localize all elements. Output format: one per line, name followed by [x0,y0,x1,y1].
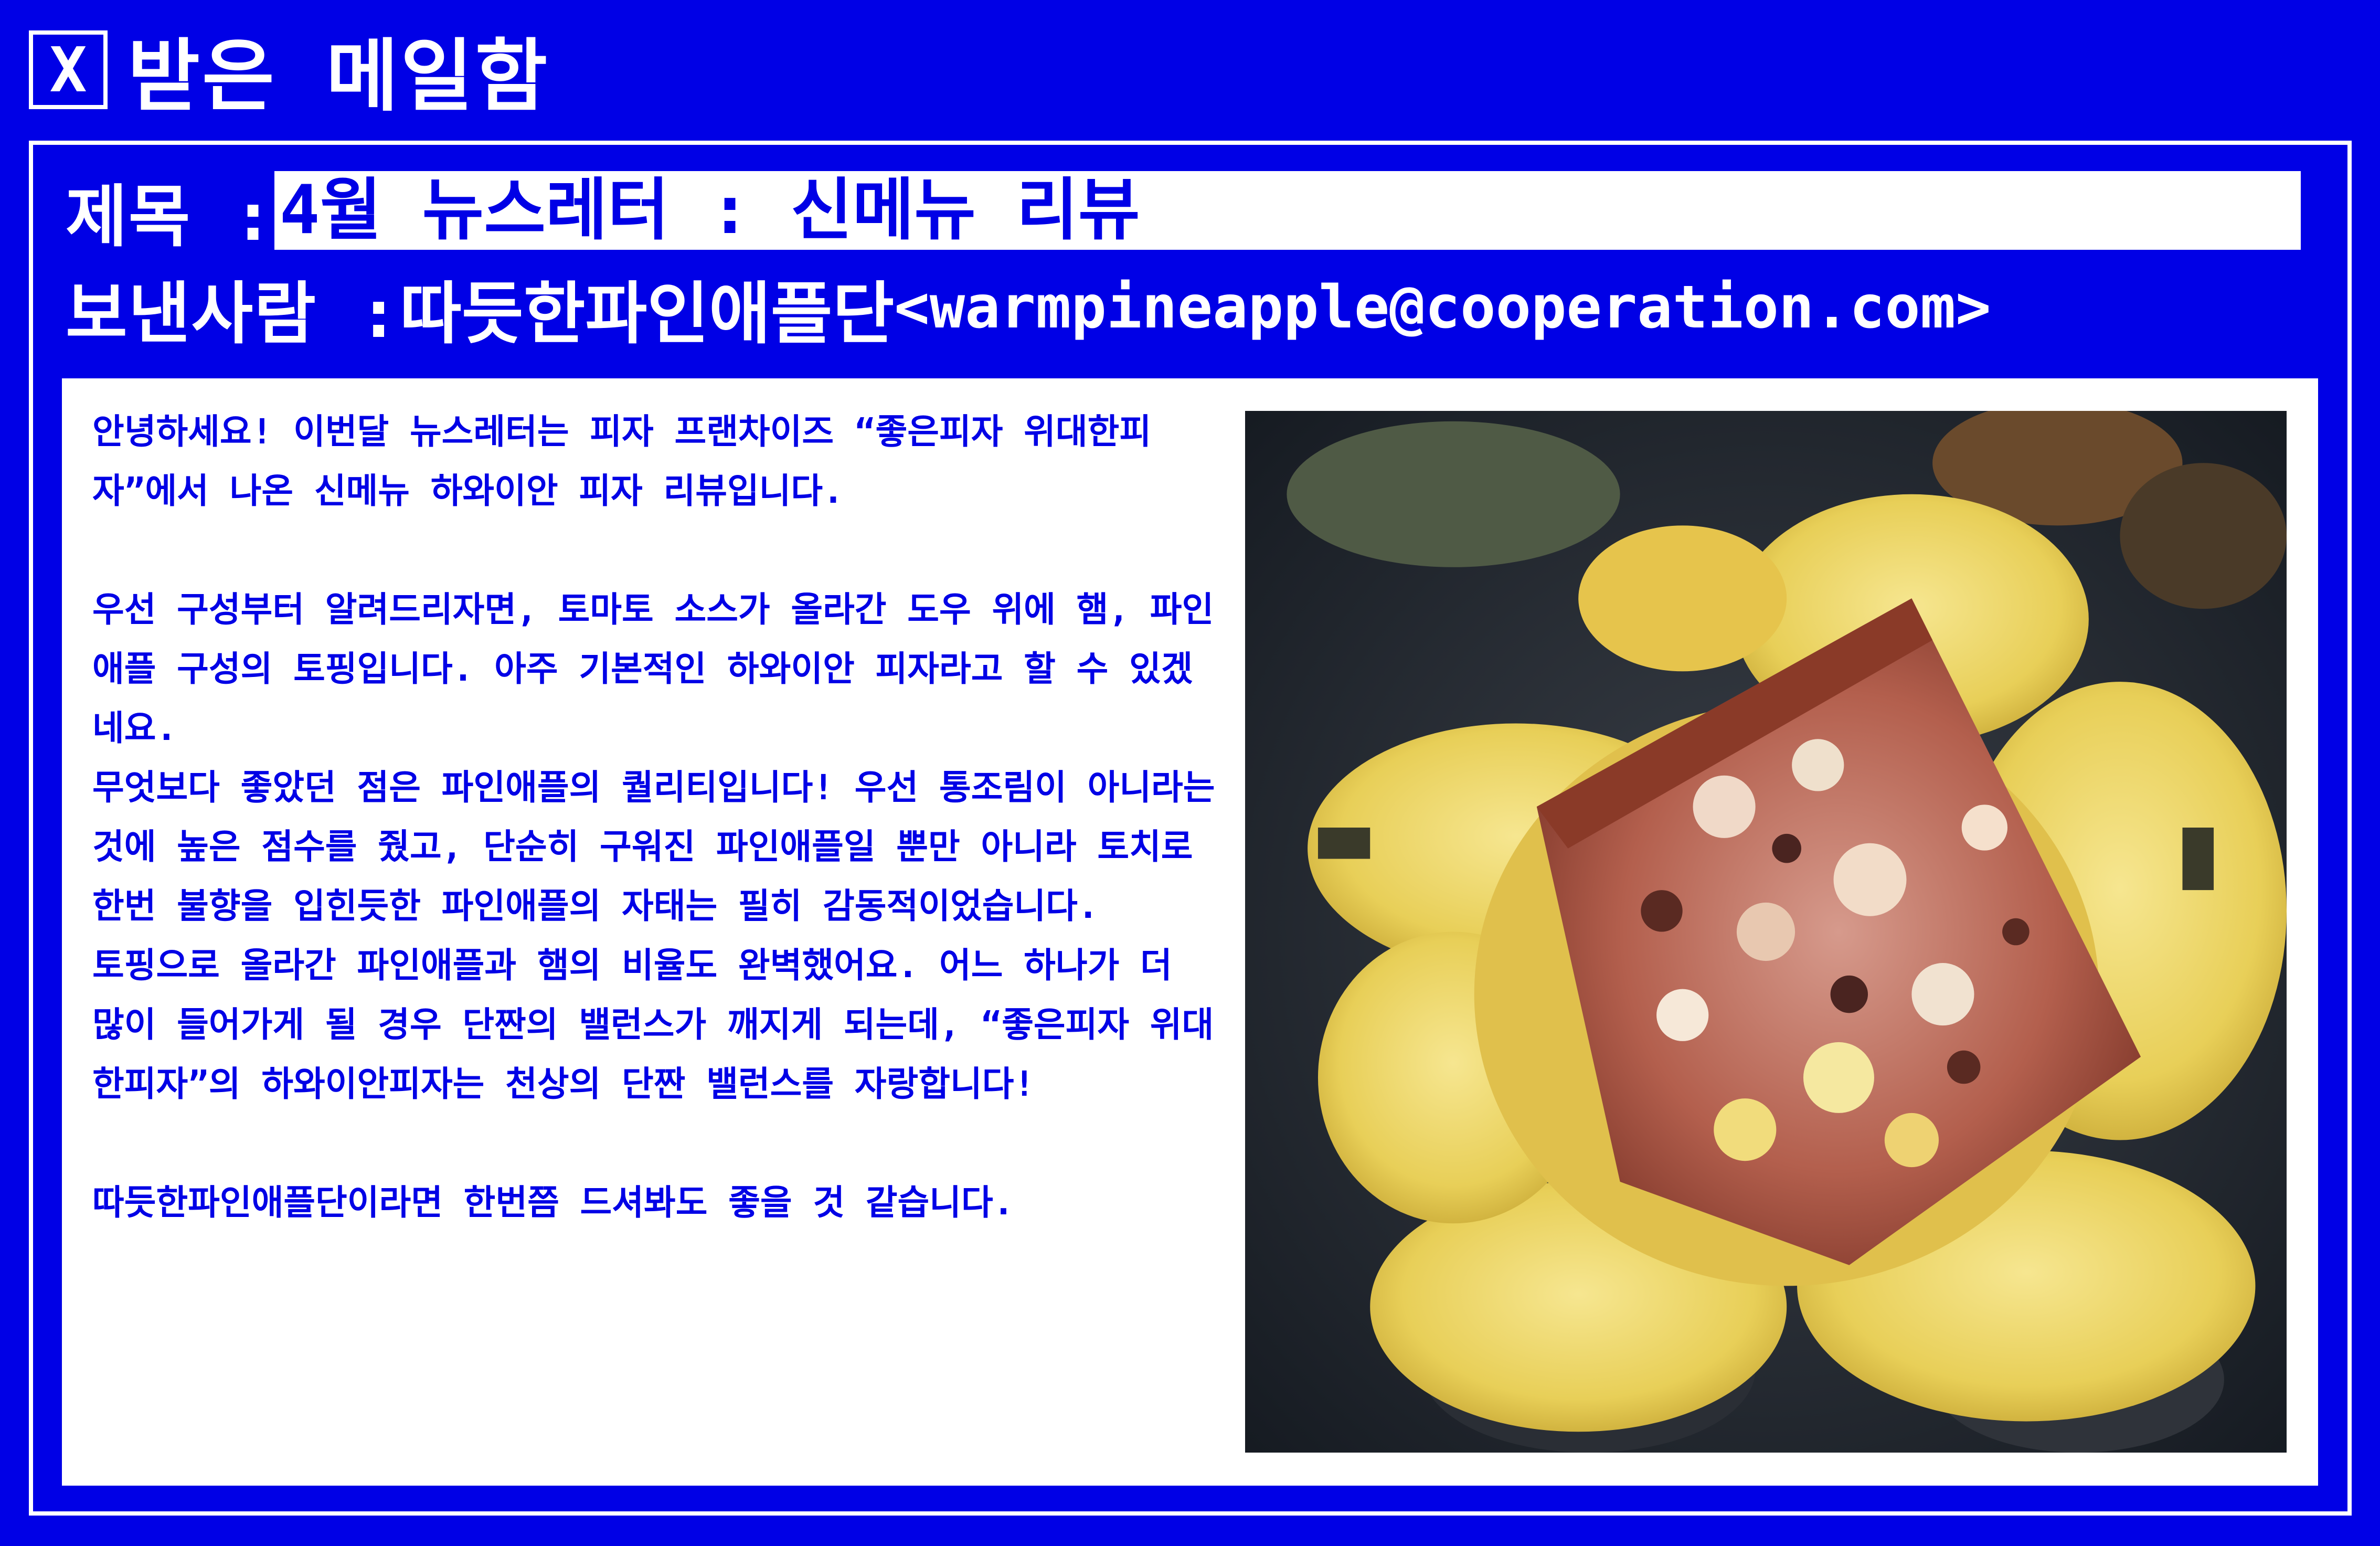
mail-frame: 제목 : 4월 뉴스레터 : 신메뉴 리뷰 보낸사람 : 따듯한파인애플단 <w… [29,141,2352,1516]
mail-body: 안녕하세요! 이번달 뉴스레터는 피자 프랜차이즈 “좋은피자 위대한피자”에서… [62,378,2318,1486]
body-paragraph: 우선 구성부터 알려드리자면, 토마토 소스가 올라간 도우 위에 햄, 파인애… [92,589,1214,748]
close-icon: X [49,33,87,106]
subject-row: 제목 : 4월 뉴스레터 : 신메뉴 리뷰 [66,171,2301,256]
subject-label: 제목 : [66,177,274,256]
body-text: 안녕하세요! 이번달 뉴스레터는 피자 프랜차이즈 “좋은피자 위대한피자”에서… [92,402,1220,1232]
sender-row: 보낸사람 : 따듯한파인애플단 <warmpineapple@cooperati… [66,268,1991,353]
sender-label: 보낸사람 : [66,274,400,353]
body-paragraph: 안녕하세요! 이번달 뉴스레터는 피자 프랜차이즈 “좋은피자 위대한피자”에서… [92,411,1152,511]
window-title: 받은 메일함 [128,31,550,122]
window-titlebar: X 받은 메일함 [29,29,549,122]
pizza-image [1245,411,2287,1453]
sender-email[interactable]: <warmpineapple@cooperation.com> [894,273,1991,342]
body-paragraph: 토핑으로 올라간 파인애플과 햄의 비율도 완벽했어요. 어느 하나가 더 많이… [92,945,1214,1104]
body-paragraph: 무엇보다 좋았던 점은 파인애플의 퀄리티입니다! 우선 통조림이 아니라는 것… [92,767,1215,926]
pizza-photo [1245,411,2287,1453]
close-button[interactable]: X [29,30,108,109]
sender-name: 따듯한파인애플단 [400,274,895,353]
subject-field[interactable]: 4월 뉴스레터 : 신메뉴 리뷰 [274,171,2301,250]
body-paragraph: 따듯한파인애플단이라면 한번쯤 드셔봐도 좋을 것 같습니다. [92,1182,1014,1223]
